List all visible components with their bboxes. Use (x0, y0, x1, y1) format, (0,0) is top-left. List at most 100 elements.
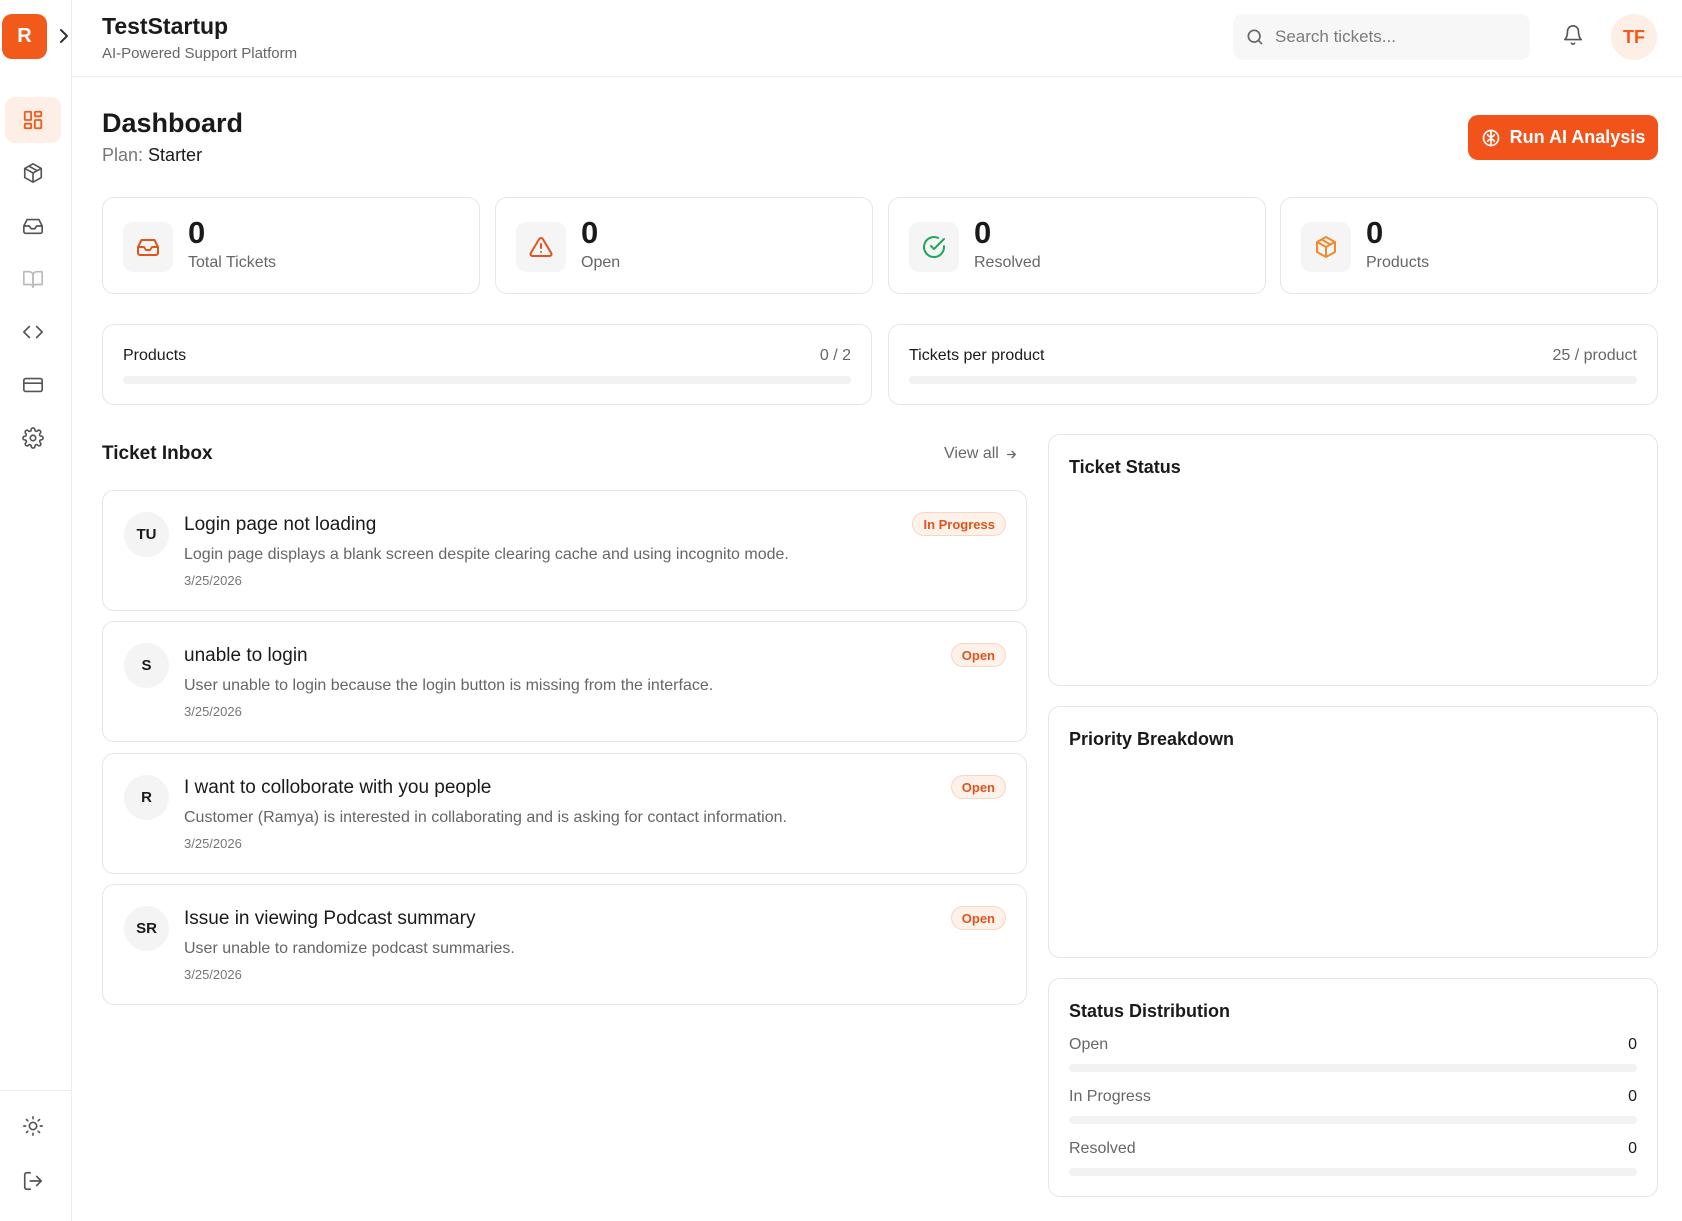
check-circle-icon (909, 222, 959, 272)
cube-icon (23, 163, 43, 183)
chevron-right-icon[interactable] (56, 26, 72, 46)
ticket-date: 3/25/2026 (184, 704, 242, 719)
usage-value: 0 / 2 (819, 347, 851, 364)
sidebar-item-billing[interactable] (5, 362, 61, 408)
plan-value: Starter (148, 145, 203, 165)
ticket-title: Issue in viewing Podcast summary (184, 908, 476, 929)
ticket-title: I want to colloborate with you people (184, 777, 492, 798)
distribution-label: Open (1069, 1036, 1109, 1053)
usage-label: Tickets per product (909, 347, 1045, 364)
app-title: TestStartup (102, 13, 229, 39)
stat-label: Total Tickets (188, 254, 277, 271)
distribution-label: Resolved (1069, 1140, 1136, 1157)
sidebar: R (0, 0, 72, 1221)
ticket-avatar: S (124, 643, 169, 688)
ticket-avatar: R (124, 775, 169, 820)
user-avatar[interactable]: TF (1611, 14, 1657, 60)
inbox-icon (123, 222, 173, 272)
card-icon (23, 377, 43, 393)
stat-value: 0 (581, 215, 599, 250)
ticket-description: User unable to login because the login b… (184, 677, 714, 694)
sidebar-item-developer[interactable] (5, 309, 61, 355)
page-title: Dashboard (102, 108, 244, 138)
panel-title: Status Distribution (1069, 1001, 1230, 1021)
stat-value: 0 (974, 215, 992, 250)
search-box[interactable] (1233, 14, 1530, 60)
app-logo[interactable]: R (2, 14, 47, 59)
ticket-description: Login page displays a blank screen despi… (184, 546, 789, 563)
view-all-label: View all (944, 445, 999, 462)
status-badge: Open (950, 775, 1006, 799)
view-all-link[interactable]: View all (944, 445, 1018, 463)
stat-card-total-tickets: 0 Total Tickets (102, 197, 480, 294)
sidebar-item-inbox[interactable] (5, 203, 61, 249)
ticket-card[interactable]: R I want to colloborate with you people … (102, 753, 1027, 874)
arrow-right-icon (1006, 450, 1016, 458)
usage-progress-bar (123, 376, 851, 384)
distribution-value: 0 (1628, 1036, 1637, 1053)
usage-card-tickets-per-product: Tickets per product 25 / product (888, 324, 1658, 405)
sidebar-item-docs[interactable] (5, 256, 61, 302)
run-ai-analysis-button[interactable]: Run AI Analysis (1468, 115, 1658, 160)
book-icon (23, 270, 43, 289)
stat-card-products: 0 Products (1280, 197, 1658, 294)
distribution-value: 0 (1628, 1140, 1637, 1157)
stat-card-resolved: 0 Resolved (888, 197, 1266, 294)
ticket-title: unable to login (184, 645, 308, 666)
usage-value: 25 / product (1552, 347, 1638, 364)
stat-label: Open (581, 254, 621, 271)
warning-icon (516, 222, 566, 272)
top-header: TestStartup AI-Powered Support Platform … (72, 0, 1682, 77)
usage-card-products: Products 0 / 2 (102, 324, 872, 405)
bell-icon[interactable] (1562, 24, 1588, 50)
grid-icon (23, 110, 43, 130)
panel-title: Ticket Status (1069, 457, 1181, 477)
sidebar-divider (0, 1090, 72, 1091)
sidebar-item-settings[interactable] (5, 415, 61, 461)
theme-toggle[interactable] (5, 1103, 61, 1149)
ticket-card[interactable]: S unable to login User unable to login b… (102, 621, 1027, 742)
sidebar-item-dashboard[interactable] (5, 97, 61, 143)
status-badge: Open (950, 906, 1006, 930)
ticket-description: Customer (Ramya) is interested in collab… (184, 809, 787, 826)
stat-value: 0 (1366, 215, 1384, 250)
code-icon (23, 325, 43, 339)
sidebar-item-products[interactable] (5, 150, 61, 196)
search-icon (1247, 29, 1263, 45)
ticket-date: 3/25/2026 (184, 836, 242, 851)
ticket-date: 3/25/2026 (184, 573, 242, 588)
search-input[interactable] (1275, 27, 1505, 47)
status-badge: Open (950, 643, 1006, 667)
logout-button[interactable] (5, 1158, 61, 1204)
ticket-date: 3/25/2026 (184, 967, 242, 982)
cube-icon (1301, 222, 1351, 272)
logout-icon (23, 1171, 43, 1191)
gear-icon (22, 427, 44, 449)
ticket-inbox-title: Ticket Inbox (102, 443, 213, 464)
sun-icon (23, 1116, 43, 1136)
plan-info: Plan: Starter (102, 145, 202, 166)
brain-icon (1482, 129, 1499, 146)
status-badge: In Progress (912, 512, 1006, 536)
distribution-row-open: Open 0 (1069, 1036, 1637, 1076)
plan-label: Plan: (102, 145, 144, 165)
distribution-label: In Progress (1069, 1088, 1151, 1105)
ticket-title: Login page not loading (184, 514, 377, 535)
distribution-bar (1069, 1168, 1637, 1176)
ticket-avatar: SR (124, 906, 169, 951)
stat-value: 0 (188, 215, 206, 250)
ticket-description: User unable to randomize podcast summari… (184, 940, 515, 957)
panel-title: Priority Breakdown (1069, 729, 1235, 749)
stat-card-open: 0 Open (495, 197, 873, 294)
inbox-icon (23, 218, 43, 235)
usage-label: Products (123, 347, 187, 364)
distribution-row-resolved: Resolved 0 (1069, 1140, 1637, 1180)
run-ai-analysis-label: Run AI Analysis (1509, 127, 1646, 147)
distribution-bar (1069, 1116, 1637, 1124)
ticket-card[interactable]: SR Issue in viewing Podcast summary User… (102, 884, 1027, 1005)
status-distribution-panel: Status Distribution Open 0 In Progress 0… (1048, 978, 1658, 1197)
usage-progress-bar (909, 376, 1637, 384)
ticket-card[interactable]: TU Login page not loading Login page dis… (102, 490, 1027, 611)
app-subtitle: AI-Powered Support Platform (102, 45, 298, 62)
distribution-bar (1069, 1064, 1637, 1072)
